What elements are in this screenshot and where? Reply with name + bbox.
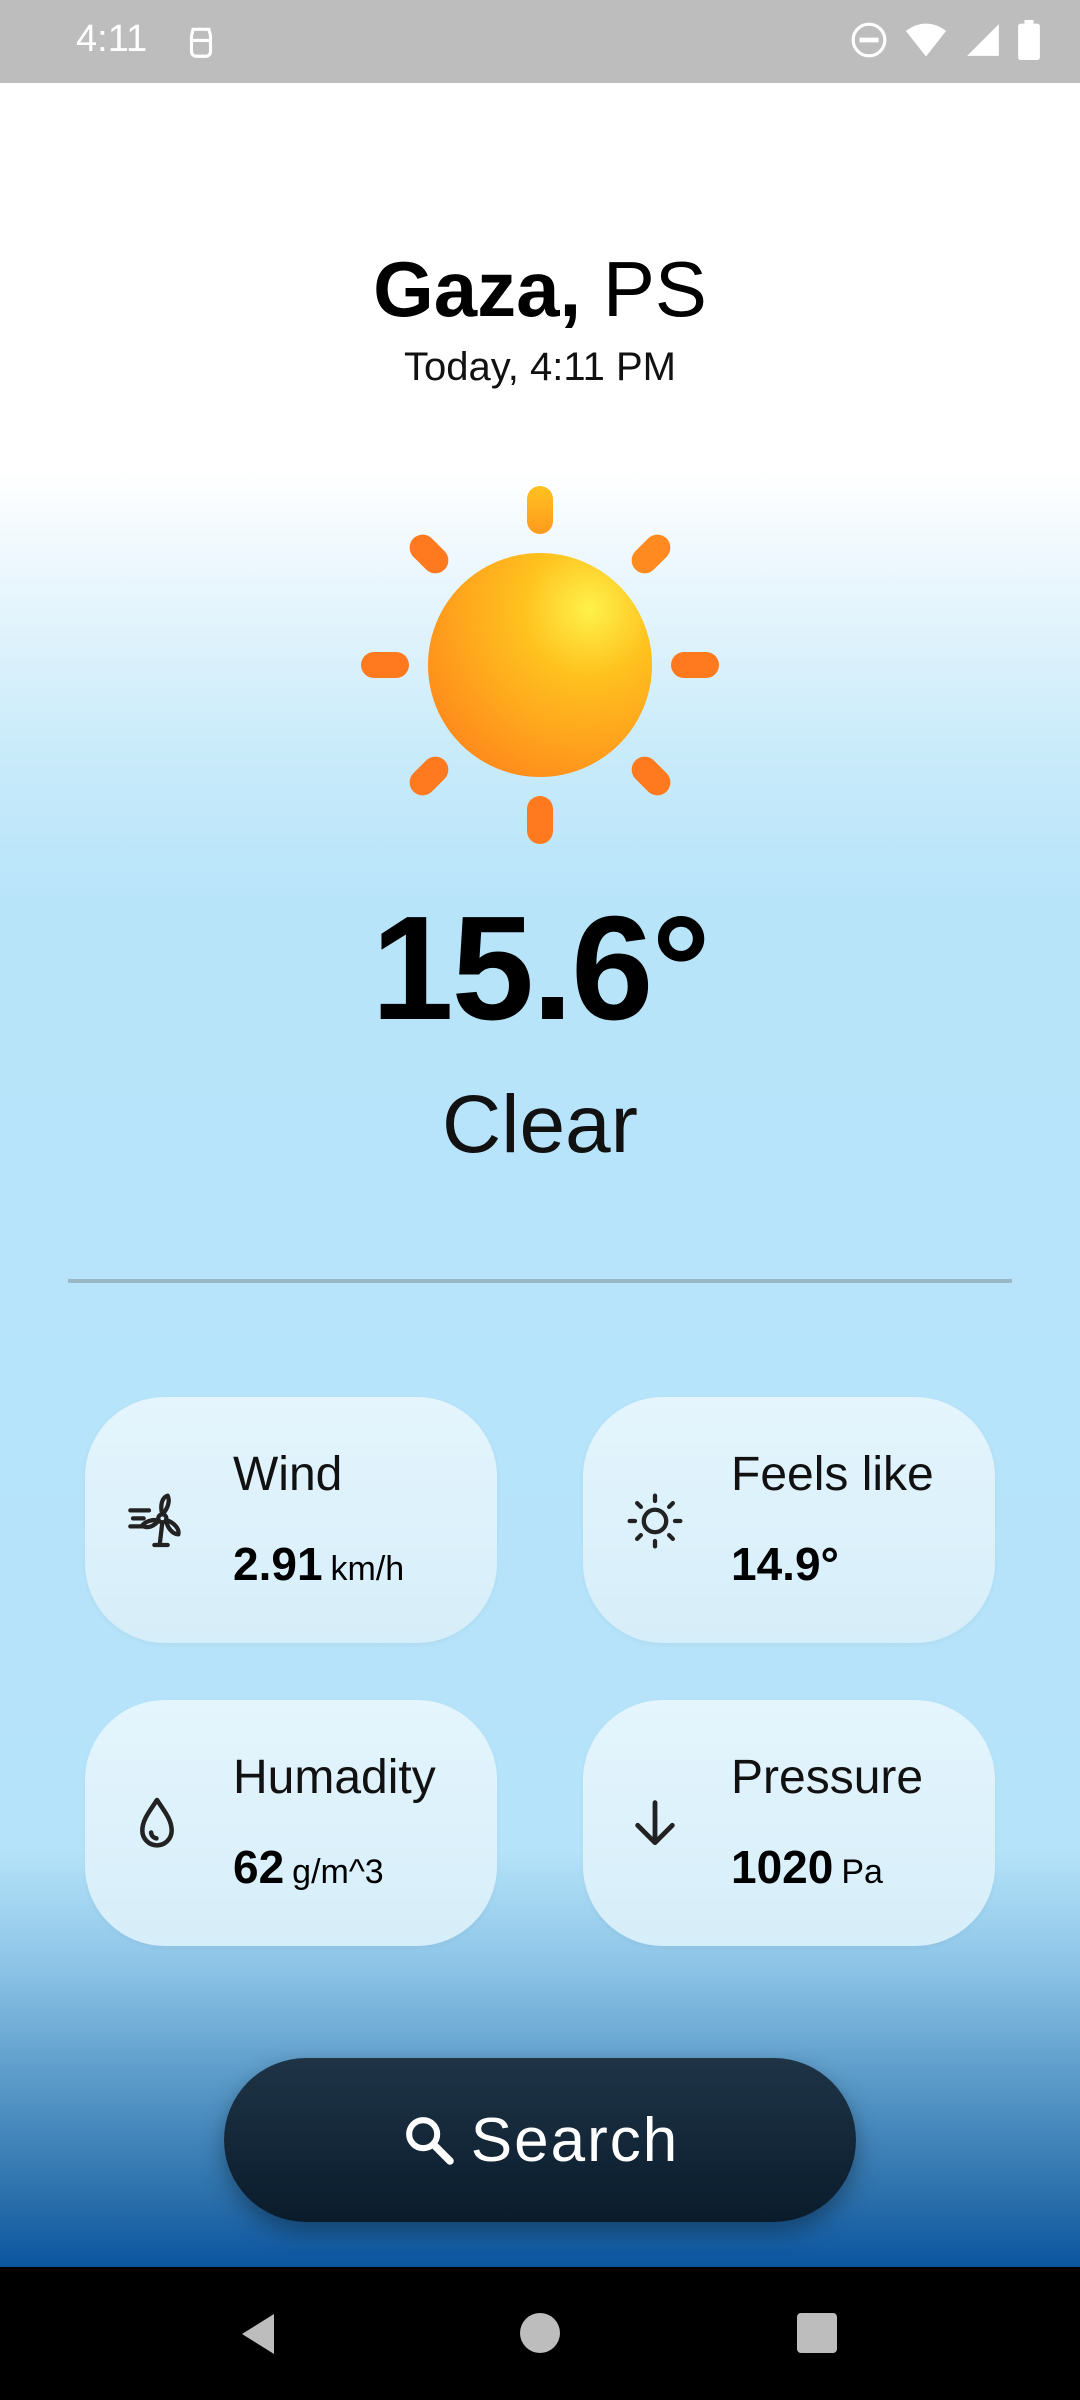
wifi-icon <box>905 23 947 57</box>
location-title: Gaza, PS <box>0 250 1080 328</box>
city-name: Gaza, <box>373 245 582 333</box>
humidity-value: 62 g/m^3 <box>233 1840 384 1894</box>
feels-like-label: Feels like <box>731 1448 934 1501</box>
humidity-label: Humadity <box>233 1751 436 1804</box>
search-icon <box>405 2117 454 2165</box>
arrow-down-icon <box>635 1800 675 1846</box>
weather-screen: 4:11 Gaza, PS Today, 4:11 PM 15.6° Clear… <box>0 0 1080 2400</box>
wind-label: Wind <box>233 1448 343 1501</box>
water-drop-icon <box>140 1797 174 1848</box>
sun-outline-icon <box>627 1493 683 1549</box>
pressure-value: 1020 Pa <box>731 1840 883 1894</box>
back-icon[interactable] <box>236 2310 284 2358</box>
date-time: Today, 4:11 PM <box>404 345 676 389</box>
humidity-unit: g/m^3 <box>292 1853 384 1891</box>
wind-unit: km/h <box>330 1550 405 1588</box>
status-icons <box>850 20 1040 60</box>
weather-condition: Clear <box>442 1079 638 1170</box>
signal-icon <box>967 24 999 56</box>
pressure-label: Pressure <box>731 1751 924 1804</box>
recents-icon[interactable] <box>797 2313 837 2353</box>
wind-speed: 2.91 <box>233 1538 323 1590</box>
sun-icon <box>361 486 719 844</box>
status-bar: 4:11 <box>0 0 1080 83</box>
country-code: PS <box>602 245 707 333</box>
pressure-unit: Pa <box>841 1853 883 1891</box>
app-notification-icon <box>189 27 213 58</box>
temperature: 15.6° <box>371 886 710 1051</box>
search-button[interactable]: Search <box>224 2058 856 2222</box>
humidity-card: Humadity 62 g/m^3 <box>85 1700 497 1946</box>
do-not-disturb-icon <box>851 22 887 58</box>
wind-card: Wind 2.91 km/h <box>85 1397 497 1643</box>
search-label: Search <box>470 2105 680 2175</box>
feels-like-value: 14.9° <box>731 1537 839 1591</box>
wind-value: 2.91 km/h <box>233 1537 404 1591</box>
home-icon[interactable] <box>520 2313 560 2353</box>
pressure-card: Pressure 1020 Pa <box>583 1700 995 1946</box>
humidity-amount: 62 <box>233 1841 285 1893</box>
feels-like-card: Feels like 14.9° <box>583 1397 995 1643</box>
wind-turbine-icon <box>128 1493 181 1548</box>
battery-icon <box>1018 20 1040 60</box>
feels-like-temp: 14.9° <box>731 1538 839 1590</box>
status-time: 4:11 <box>76 18 148 60</box>
pressure-amount: 1020 <box>731 1841 834 1893</box>
divider <box>68 1279 1012 1283</box>
